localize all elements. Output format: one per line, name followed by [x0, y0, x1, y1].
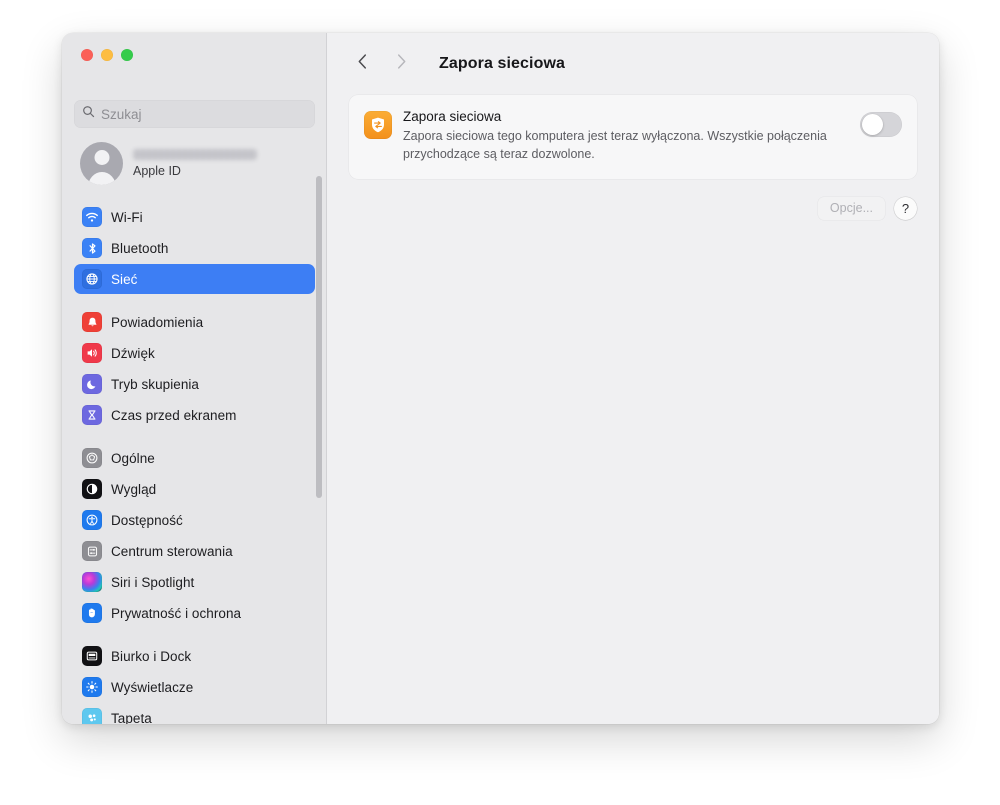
sidebar-item-powiadomienia[interactable]: Powiadomienia [74, 307, 315, 337]
options-button[interactable]: Opcje... [817, 196, 885, 220]
firewall-card: Zapora sieciowa Zapora sieciowa tego kom… [349, 95, 917, 179]
sidebar-item-label: Dźwięk [111, 345, 155, 361]
search-input[interactable] [101, 106, 307, 122]
sidebar-group-2: Powiadomienia Dźwięk Tryb skupienia Czas… [74, 307, 315, 430]
sidebar-item-label: Wi-Fi [111, 209, 143, 225]
globe-icon [82, 269, 102, 289]
sidebar-group-4: Biurko i Dock Wyświetlacze Tapeta [74, 641, 315, 724]
sidebar-group-3: Ogólne Wygląd Dostępność Centrum sterowa… [74, 443, 315, 628]
sidebar-item-czas-przed-ekranem[interactable]: Czas przed ekranem [74, 400, 315, 430]
sidebar-item-bluetooth[interactable]: Bluetooth [74, 233, 315, 263]
sidebar-item-ogolne[interactable]: Ogólne [74, 443, 315, 473]
account-subtitle: Apple ID [133, 163, 181, 178]
sidebar-item-label: Ogólne [111, 450, 155, 466]
sidebar-item-label: Dostępność [111, 512, 183, 528]
sidebar-item-label: Tapeta [111, 710, 152, 725]
firewall-card-text: Zapora sieciowa Zapora sieciowa tego kom… [403, 109, 860, 164]
firewall-description: Zapora sieciowa tego komputera jest tera… [403, 129, 827, 161]
forward-button[interactable] [388, 51, 414, 77]
sidebar-item-label: Sieć [111, 271, 138, 287]
accessibility-icon [82, 510, 102, 530]
hourglass-icon [82, 405, 102, 425]
window-traffic-lights [81, 49, 133, 61]
sidebar-item-wifi[interactable]: Wi-Fi [74, 202, 315, 232]
navigation-bar: Zapora sieciowa [327, 33, 939, 95]
sidebar-item-label: Centrum sterowania [111, 543, 233, 559]
sidebar-item-label: Siri i Spotlight [111, 574, 195, 590]
sidebar-item-label: Powiadomienia [111, 314, 204, 330]
sidebar-group-1: Wi-Fi Bluetooth Sieć [74, 202, 315, 294]
content-pane: Zapora sieciowa Zapora sieciowa Zapora s… [327, 33, 939, 724]
bell-icon [82, 312, 102, 332]
help-button[interactable]: ? [894, 196, 917, 220]
sidebar-item-prywatnosc-i-ochrona[interactable]: Prywatność i ochrona [74, 598, 315, 628]
chevron-left-icon [357, 53, 368, 75]
sidebar-item-label: Tryb skupienia [111, 376, 199, 392]
control-center-icon [82, 541, 102, 561]
sidebar-item-tryb-skupienia[interactable]: Tryb skupienia [74, 369, 315, 399]
sidebar-item-wyglad[interactable]: Wygląd [74, 474, 315, 504]
speaker-icon [82, 343, 102, 363]
sidebar-item-centrum-sterowania[interactable]: Centrum sterowania [74, 536, 315, 566]
siri-icon [82, 572, 102, 592]
bluetooth-icon [82, 238, 102, 258]
sidebar-item-label: Wyświetlacze [111, 679, 194, 695]
desktop-dock-icon [82, 646, 102, 666]
account-name-redacted [133, 148, 257, 160]
sidebar-item-label: Wygląd [111, 481, 157, 497]
firewall-toggle[interactable] [860, 112, 902, 137]
page-title: Zapora sieciowa [439, 55, 565, 72]
sidebar-item-siri-i-spotlight[interactable]: Siri i Spotlight [74, 567, 315, 597]
toggle-knob [862, 114, 883, 135]
sidebar-item-biurko-i-dock[interactable]: Biurko i Dock [74, 641, 315, 671]
firewall-shield-icon [364, 111, 392, 139]
close-button[interactable] [81, 49, 93, 61]
chevron-right-icon [396, 53, 407, 75]
sidebar-item-apple-id[interactable]: Apple ID [74, 137, 315, 189]
back-button[interactable] [349, 51, 375, 77]
hand-icon [82, 603, 102, 623]
sidebar-scrollbar[interactable] [316, 176, 322, 498]
sidebar-item-label: Czas przed ekranem [111, 407, 237, 423]
sidebar: Apple ID [62, 33, 327, 724]
wallpaper-icon [82, 708, 102, 724]
sidebar-item-label: Bluetooth [111, 240, 169, 256]
system-settings-window: Apple ID [62, 33, 939, 724]
sidebar-item-label: Biurko i Dock [111, 648, 192, 664]
account-text: Apple ID [133, 148, 257, 178]
brightness-icon [82, 677, 102, 697]
screen: Apple ID [0, 0, 1000, 805]
moon-icon [82, 374, 102, 394]
firewall-title: Zapora sieciowa [403, 109, 502, 124]
sidebar-item-tapeta[interactable]: Tapeta [74, 703, 315, 724]
search-field[interactable] [74, 100, 315, 128]
wifi-icon [82, 207, 102, 227]
sidebar-item-wyswietlacze[interactable]: Wyświetlacze [74, 672, 315, 702]
zoom-button[interactable] [121, 49, 133, 61]
sidebar-scroll-area: Apple ID Wi-Fi Bluetooth Sieć Powiadomie… [62, 137, 326, 724]
appearance-icon [82, 479, 102, 499]
sidebar-item-label: Prywatność i ochrona [111, 605, 242, 621]
sidebar-item-siec[interactable]: Sieć [74, 264, 315, 294]
minimize-button[interactable] [101, 49, 113, 61]
search-icon [82, 105, 101, 123]
sidebar-item-dostepnosc[interactable]: Dostępność [74, 505, 315, 535]
avatar [80, 141, 123, 185]
gear-icon [82, 448, 102, 468]
sidebar-list: Apple ID Wi-Fi Bluetooth Sieć Powiadomie… [62, 137, 326, 724]
sidebar-item-dzwiek[interactable]: Dźwięk [74, 338, 315, 368]
action-button-row: Opcje... ? [349, 196, 917, 220]
